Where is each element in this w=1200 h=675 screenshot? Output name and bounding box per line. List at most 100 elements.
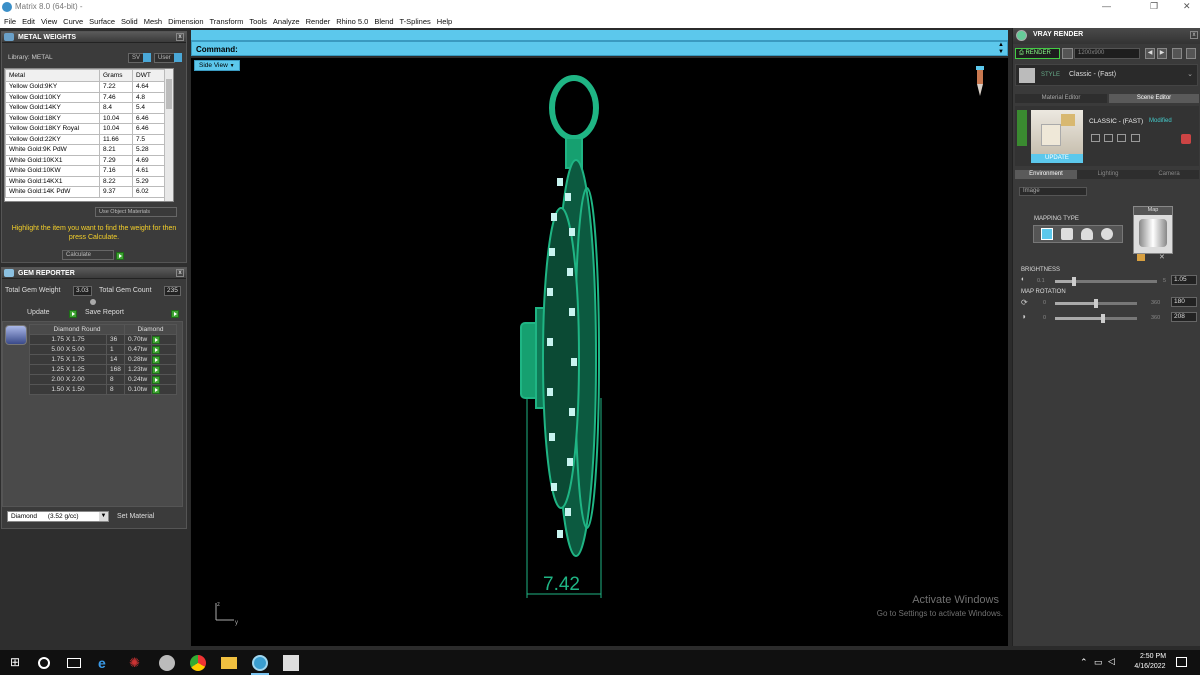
save-icon[interactable] bbox=[1091, 134, 1100, 142]
map-load-icon[interactable] bbox=[1137, 254, 1145, 261]
search-icon[interactable] bbox=[38, 657, 50, 669]
gem-table[interactable]: Diamond Round Diamond 1.75 X 1.75 36 0.70tw… bbox=[29, 324, 177, 395]
clock-date[interactable]: 4/16/2022 bbox=[1130, 663, 1170, 670]
rot1-value[interactable]: 180 bbox=[1171, 297, 1197, 307]
save-report-button[interactable]: Save Report bbox=[85, 309, 124, 316]
file-explorer-icon[interactable] bbox=[221, 657, 237, 669]
view-name-dropdown[interactable]: Side View ▼ bbox=[194, 60, 240, 71]
menu-rhino[interactable]: Rhino 5.0 bbox=[336, 17, 368, 26]
calculate-button[interactable]: Calculate bbox=[62, 250, 114, 260]
clock-time[interactable]: 2:50 PM bbox=[1136, 653, 1170, 660]
save-report-go-icon[interactable] bbox=[171, 309, 180, 318]
table-row[interactable]: 1.25 X 1.25 168 1.23tw bbox=[29, 364, 177, 375]
col-grams[interactable]: Grams bbox=[99, 69, 133, 82]
resolution-field[interactable]: 1200x900 bbox=[1074, 48, 1140, 59]
cylinder-map-icon[interactable] bbox=[1081, 228, 1093, 240]
chevron-down-icon[interactable]: ▼ bbox=[99, 512, 108, 521]
minimize-icon[interactable]: — bbox=[1102, 1, 1111, 11]
close-icon[interactable]: ✕ bbox=[1183, 1, 1191, 12]
metal-table-scrollbar[interactable] bbox=[164, 69, 173, 201]
brightness-slider[interactable] bbox=[1055, 277, 1157, 286]
app-icon[interactable]: ✺ bbox=[129, 655, 145, 671]
tab-lighting[interactable]: Lighting bbox=[1077, 170, 1139, 179]
set-material-button[interactable]: Set Material bbox=[117, 513, 154, 520]
layout-icon[interactable] bbox=[1172, 48, 1182, 59]
menu-edit[interactable]: Edit bbox=[22, 17, 35, 26]
close-icon[interactable]: x bbox=[1190, 31, 1198, 39]
map-clear-icon[interactable]: ✕ bbox=[1159, 253, 1165, 261]
use-object-materials-checkbox[interactable]: Use Object Materials bbox=[95, 207, 177, 217]
go-icon[interactable] bbox=[152, 375, 160, 384]
metal-table[interactable]: Metal Grams DWT Yellow Gold:9KY 7.22 4.64 … bbox=[4, 68, 174, 202]
table-row[interactable]: White Gold:14K PdW 9.37 6.02 bbox=[5, 186, 173, 198]
rotation-slider-2[interactable] bbox=[1055, 314, 1137, 323]
network-icon[interactable]: ▭ bbox=[1094, 657, 1103, 668]
pen-icon[interactable] bbox=[976, 66, 984, 96]
volume-icon[interactable]: ◁ bbox=[1108, 656, 1115, 667]
box-map-icon[interactable] bbox=[1061, 228, 1073, 240]
resize-handle-icon[interactable] bbox=[90, 299, 96, 305]
rot2-value[interactable]: 208 bbox=[1171, 312, 1197, 322]
sv-toggle[interactable] bbox=[143, 53, 151, 62]
table-row[interactable]: Yellow Gold:18KY Royal 10.04 6.46 bbox=[5, 123, 173, 135]
rotation-slider-1[interactable] bbox=[1055, 299, 1137, 308]
table-row[interactable]: White Gold:14KX1 8.22 5.29 bbox=[5, 175, 173, 187]
menu-render[interactable]: Render bbox=[306, 17, 331, 26]
windows-start-icon[interactable]: ⊞ bbox=[10, 655, 26, 671]
slider-thumb[interactable] bbox=[1100, 314, 1105, 323]
grid-icon[interactable] bbox=[1186, 48, 1196, 59]
notifications-icon[interactable] bbox=[1176, 657, 1187, 667]
map-preview[interactable]: Map bbox=[1133, 206, 1173, 254]
calculate-go-icon[interactable] bbox=[116, 251, 124, 260]
tab-environment[interactable]: Environment bbox=[1015, 170, 1077, 179]
table-row[interactable]: 2.00 X 2.00 8 0.24tw bbox=[29, 374, 177, 385]
menu-transform[interactable]: Transform bbox=[210, 17, 244, 26]
app-icon[interactable] bbox=[283, 655, 299, 671]
table-row[interactable]: White Gold:10KX1 7.29 4.69 bbox=[5, 154, 173, 166]
open-icon[interactable] bbox=[1104, 134, 1113, 142]
chevron-down-icon[interactable]: ⌄ bbox=[1187, 70, 1193, 78]
scroll-thumb[interactable] bbox=[166, 79, 172, 109]
menu-help[interactable]: Help bbox=[437, 17, 452, 26]
update-go-icon[interactable] bbox=[69, 309, 78, 318]
settings-icon[interactable] bbox=[1131, 134, 1140, 142]
close-icon[interactable]: x bbox=[176, 269, 184, 277]
sphere-map-icon[interactable] bbox=[1101, 228, 1113, 240]
tab-material-editor[interactable]: Material Editor bbox=[1015, 94, 1107, 103]
menu-curve[interactable]: Curve bbox=[63, 17, 83, 26]
environment-select[interactable]: Image bbox=[1019, 187, 1087, 196]
expand-handle[interactable] bbox=[1017, 110, 1027, 146]
next-icon[interactable]: ▶ bbox=[1157, 48, 1167, 59]
table-row[interactable]: Yellow Gold:10KY 7.46 4.8 bbox=[5, 91, 173, 103]
col-metal[interactable]: Metal bbox=[5, 69, 100, 82]
sv-button[interactable]: SV bbox=[128, 53, 145, 63]
app-icon[interactable] bbox=[159, 655, 175, 671]
tab-scene-editor[interactable]: Scene Editor bbox=[1109, 94, 1199, 103]
viewport-side[interactable]: 7.42 z y Activate Windows Go to Settings… bbox=[191, 58, 1008, 646]
go-icon[interactable] bbox=[152, 355, 160, 364]
go-icon[interactable] bbox=[152, 365, 160, 374]
table-row[interactable]: Yellow Gold:22KY 11.66 7.5 bbox=[5, 133, 173, 145]
menu-file[interactable]: File bbox=[4, 17, 16, 26]
table-row[interactable]: 1.75 X 1.75 14 0.28tw bbox=[29, 354, 177, 365]
menu-mesh[interactable]: Mesh bbox=[144, 17, 162, 26]
table-row[interactable]: Yellow Gold:9KY 7.22 4.64 bbox=[5, 81, 173, 93]
menu-analyze[interactable]: Analyze bbox=[273, 17, 300, 26]
close-icon[interactable]: x bbox=[176, 33, 184, 41]
chevron-up-icon[interactable]: ⌃ bbox=[1080, 657, 1088, 668]
menu-tsplines[interactable]: T-Splines bbox=[400, 17, 431, 26]
edge-icon[interactable]: e bbox=[98, 655, 114, 671]
style-row[interactable]: STYLE Classic - (Fast) ⌄ bbox=[1015, 64, 1198, 86]
menu-surface[interactable]: Surface bbox=[89, 17, 115, 26]
menu-tools[interactable]: Tools bbox=[249, 17, 267, 26]
slider-thumb[interactable] bbox=[1094, 299, 1098, 308]
go-icon[interactable] bbox=[152, 345, 160, 354]
table-row[interactable]: Yellow Gold:14KY 8.4 5.4 bbox=[5, 102, 173, 114]
user-toggle[interactable] bbox=[174, 53, 182, 62]
matrix-app-icon[interactable] bbox=[252, 655, 268, 671]
go-icon[interactable] bbox=[152, 335, 160, 344]
table-row[interactable]: 1.50 X 1.50 8 0.10tw bbox=[29, 384, 177, 395]
go-icon[interactable] bbox=[152, 385, 160, 394]
update-button[interactable]: UPDATE bbox=[1031, 154, 1083, 163]
menu-solid[interactable]: Solid bbox=[121, 17, 138, 26]
